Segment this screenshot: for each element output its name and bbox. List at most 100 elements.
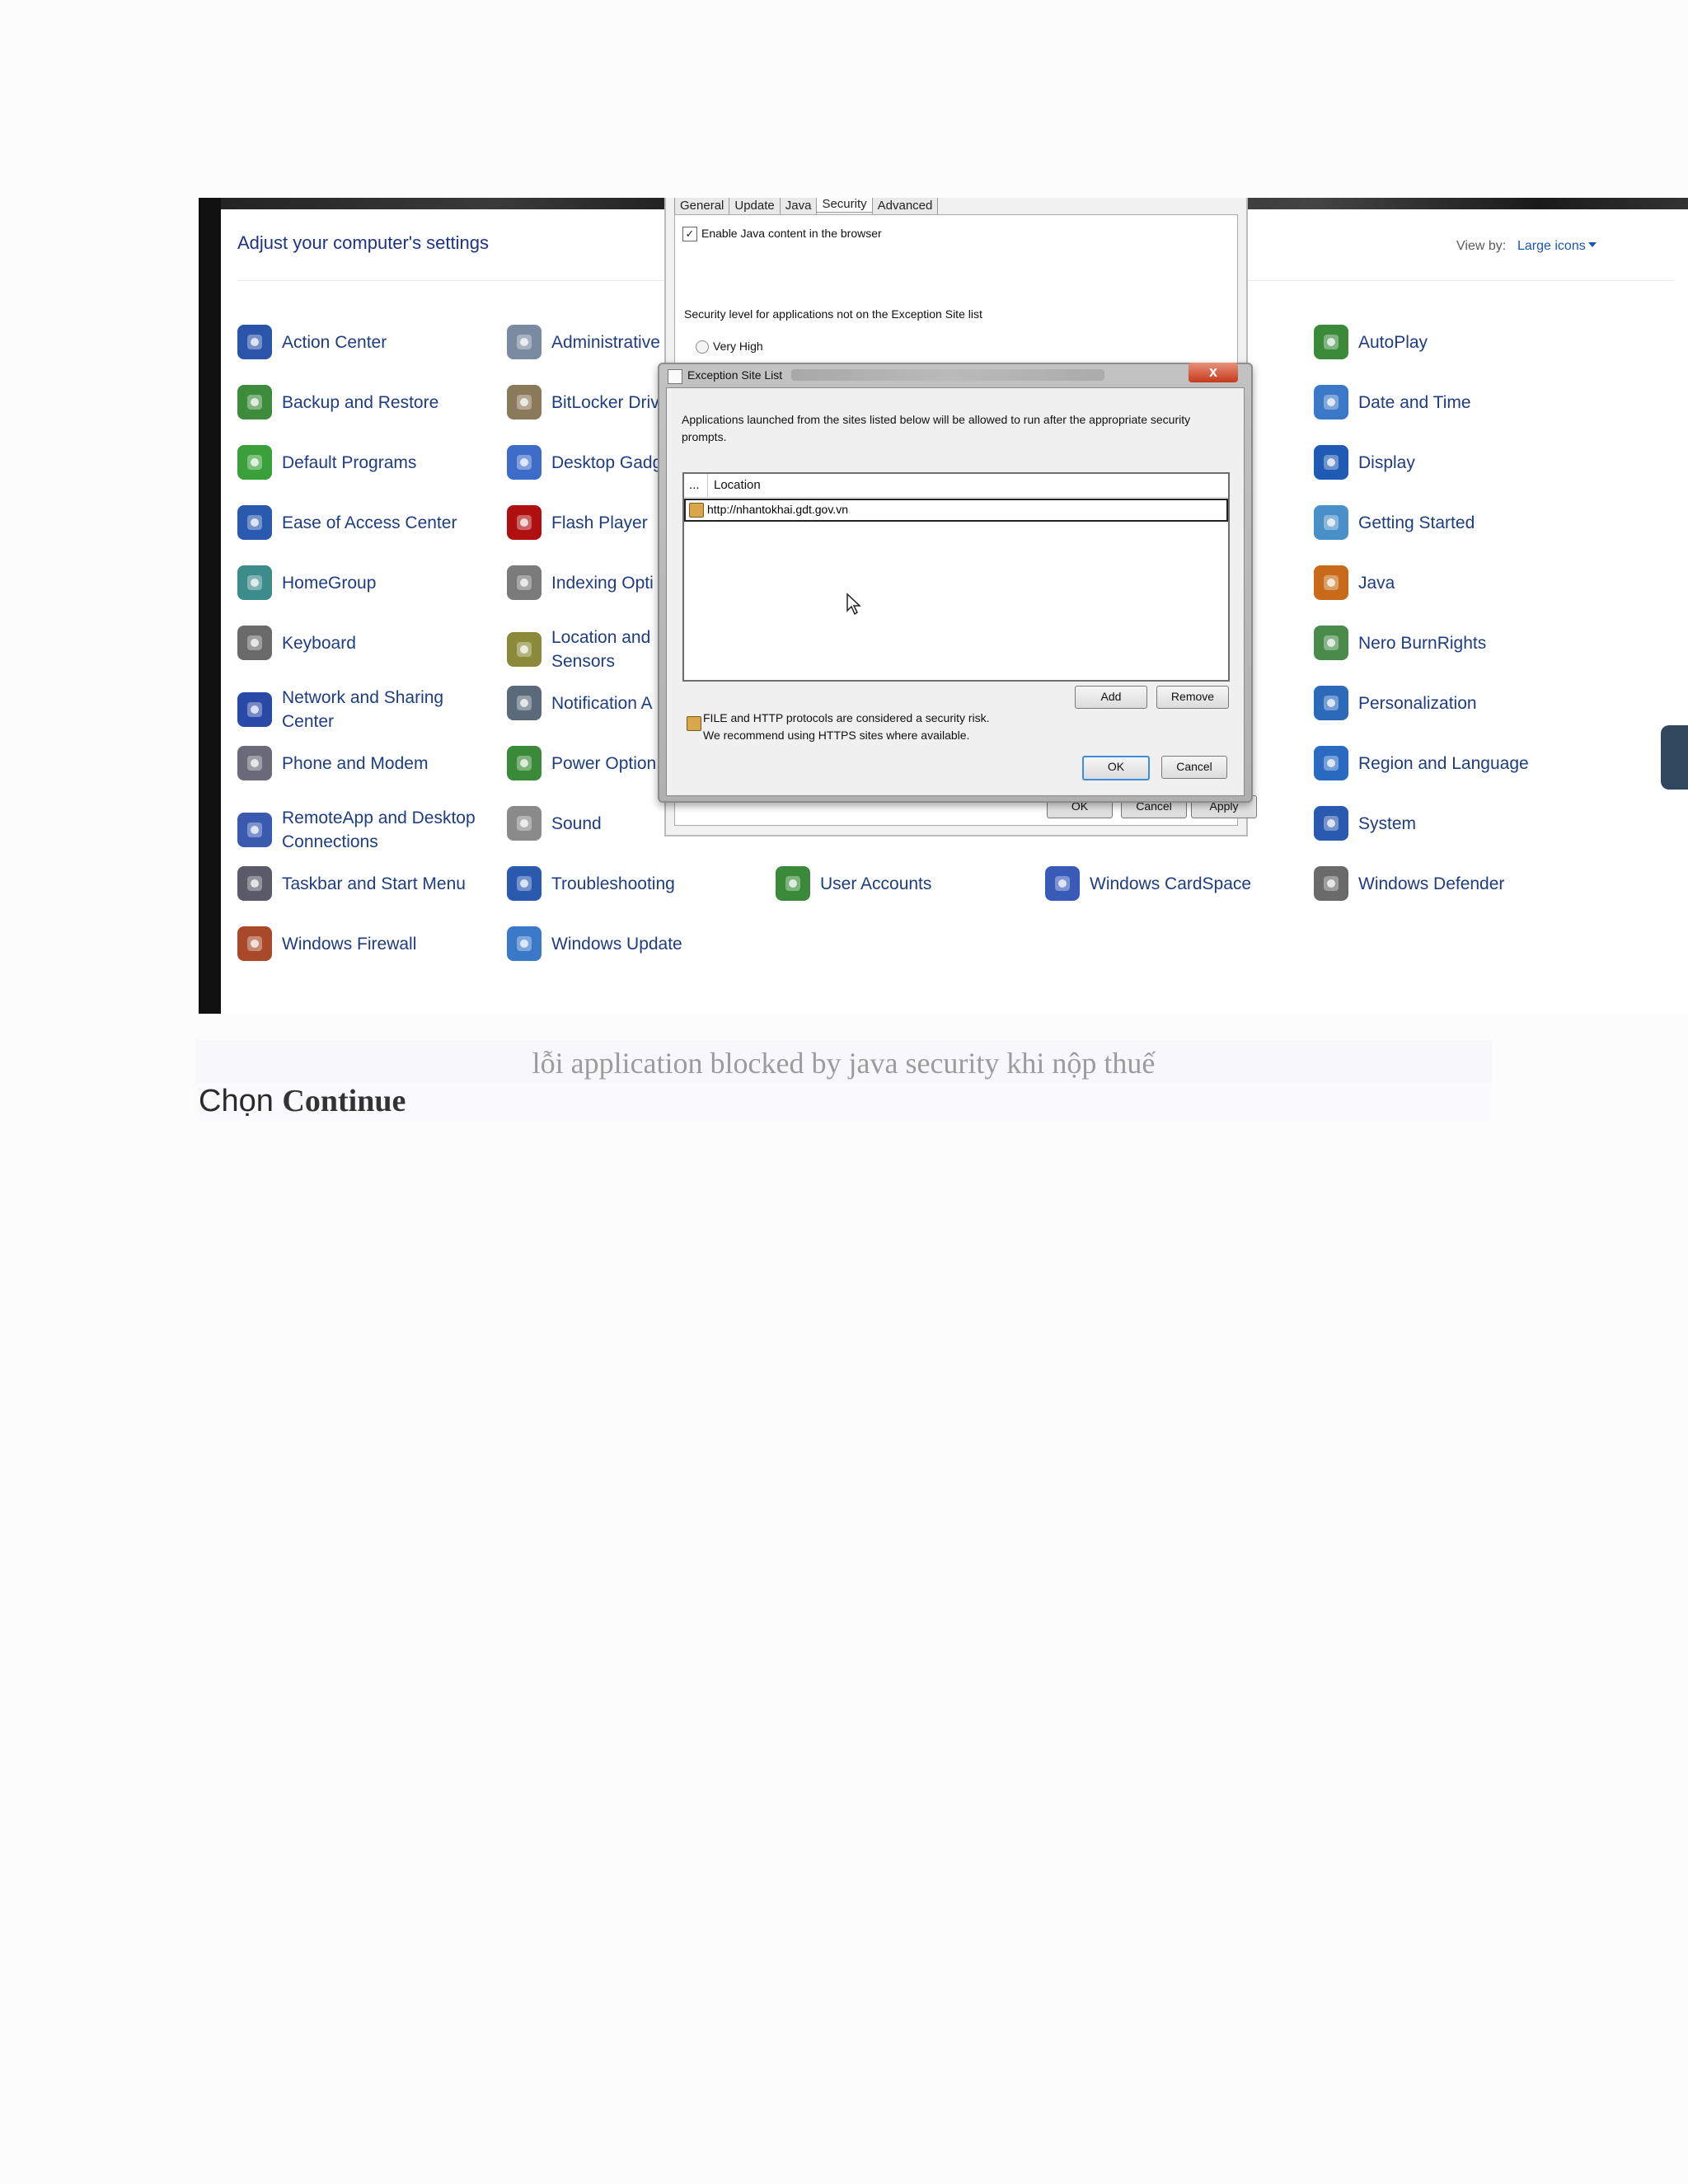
very-high-label: Very High [713,340,763,353]
cp-item-34[interactable]: Windows Firewall [237,926,416,961]
cp-item-17[interactable]: Location and Sensors [507,626,650,673]
cp-item-32[interactable]: Windows CardSpace [1045,866,1251,901]
cp-item-label: Windows Defender [1358,874,1505,893]
control-panel-screenshot: Adjust your computer's settings View by:… [199,198,1688,1014]
side-tab[interactable] [1661,725,1688,790]
cp-item-20[interactable]: Notification A [507,686,653,720]
next-step-text: Chọn Continue [199,1080,406,1122]
cp-item-27[interactable]: Sound [507,806,602,841]
cp-item-label: Display [1358,452,1415,472]
location-table: ... Location http://nhantokhai.gdt.gov.v… [682,472,1230,682]
cp-item-label: Windows CardSpace [1090,874,1252,893]
cp-item-label: Action Center [282,332,387,352]
cp-item-1[interactable]: Administrative [507,325,660,359]
troubleshooting-icon [507,866,542,901]
cp-item-label: Sound [551,813,602,833]
cp-item-3[interactable]: AutoPlay [1314,325,1428,359]
cp-item-7[interactable]: Default Programs [237,445,416,480]
cp-item-label: Windows Update [551,934,682,954]
ok-button[interactable]: OK [1082,756,1150,780]
cp-item-29[interactable]: Taskbar and Start Menu [237,866,466,901]
java-icon [1314,565,1348,600]
chevron-down-icon[interactable] [1588,242,1597,247]
tab-security[interactable]: Security [816,198,873,213]
warning-text: FILE and HTTP protocols are considered a… [703,710,990,744]
power-icon [507,746,542,780]
close-icon[interactable]: x [1189,363,1238,382]
cp-item-0[interactable]: Action Center [237,325,387,359]
homegroup-icon [237,565,272,600]
tab-update[interactable]: Update [729,198,781,216]
indexing-icon [507,565,542,600]
cp-item-label: Phone and Modem [282,753,429,773]
cp-item-label: Location and Sensors [551,628,651,671]
cp-item-33[interactable]: Windows Defender [1314,866,1504,901]
column-divider [707,474,708,497]
defender-icon [1314,866,1348,901]
cp-item-label: HomeGroup [282,573,377,593]
speaker-icon [507,806,542,841]
cp-item-12[interactable]: Getting Started [1314,505,1475,540]
cp-item-18[interactable]: Nero BurnRights [1314,626,1486,660]
windows-update-icon [507,926,542,961]
cp-item-13[interactable]: HomeGroup [237,565,376,600]
cp-item-4[interactable]: Backup and Restore [237,385,438,419]
cp-item-10[interactable]: Ease of Access Center [237,505,457,540]
table-header: ... Location [684,474,1228,498]
cp-item-8[interactable]: Desktop Gadg [507,445,662,480]
flash-icon [507,505,542,540]
tab-advanced[interactable]: Advanced [871,198,939,216]
location-column-header[interactable]: Location [714,474,761,497]
cp-item-label: Date and Time [1358,392,1471,412]
cp-item-label: AutoPlay [1358,332,1428,352]
personalization-icon [1314,686,1348,720]
cp-item-19[interactable]: Network and Sharing Center [237,686,443,733]
remove-button[interactable]: Remove [1156,686,1229,709]
dialog-title: Exception Site List [687,368,783,382]
view-by-dropdown[interactable]: Large icons [1517,239,1586,254]
site-entry-input[interactable]: http://nhantokhai.gdt.gov.vn [707,500,848,519]
network-icon [237,692,272,727]
keyboard-icon [237,626,272,660]
notification-icon [507,686,542,720]
cp-item-35[interactable]: Windows Update [507,926,682,961]
very-high-radio[interactable] [696,340,709,354]
add-button[interactable]: Add [1075,686,1147,709]
cp-item-26[interactable]: RemoteApp and Desktop Connections [237,806,476,854]
cp-item-22[interactable]: Personalization [1314,686,1477,720]
cancel-button[interactable]: Cancel [1161,756,1227,779]
cp-item-28[interactable]: System [1314,806,1416,841]
cardspace-icon [1045,866,1080,901]
lock-icon [689,503,704,518]
mouse-cursor-icon [846,593,861,616]
table-row[interactable]: http://nhantokhai.gdt.gov.vn [684,499,1228,522]
nero-icon [1314,626,1348,660]
cp-item-label: Nero BurnRights [1358,633,1487,653]
cp-item-label: Power Option [551,753,657,773]
bitlocker-icon [507,385,542,419]
cp-item-25[interactable]: Region and Language [1314,746,1529,780]
cp-item-label: Region and Language [1358,753,1529,773]
tab-java[interactable]: Java [779,198,818,216]
cp-item-label: BitLocker Driv [551,392,659,412]
cp-item-24[interactable]: Power Option [507,746,656,780]
cp-item-30[interactable]: Troubleshooting [507,866,675,901]
autoplay-icon [1314,325,1348,359]
cp-item-11[interactable]: Flash Player [507,505,648,540]
cp-item-label: User Accounts [820,874,932,893]
cp-item-6[interactable]: Date and Time [1314,385,1471,419]
cp-item-label: Ease of Access Center [282,513,457,532]
cp-item-15[interactable]: Java [1314,565,1395,600]
remoteapp-icon [237,813,272,847]
dialog-body: Applications launched from the sites lis… [666,387,1245,796]
cp-item-16[interactable]: Keyboard [237,626,356,660]
cp-item-9[interactable]: Display [1314,445,1415,480]
tab-general[interactable]: General [674,198,730,216]
cp-item-5[interactable]: BitLocker Driv [507,385,659,419]
cp-item-label: Indexing Opti [551,573,654,593]
screenshot-left-border [199,198,221,1014]
enable-java-checkbox[interactable]: ✓ [682,227,697,241]
cp-item-14[interactable]: Indexing Opti [507,565,654,600]
cp-item-23[interactable]: Phone and Modem [237,746,428,780]
cp-item-31[interactable]: User Accounts [776,866,931,901]
